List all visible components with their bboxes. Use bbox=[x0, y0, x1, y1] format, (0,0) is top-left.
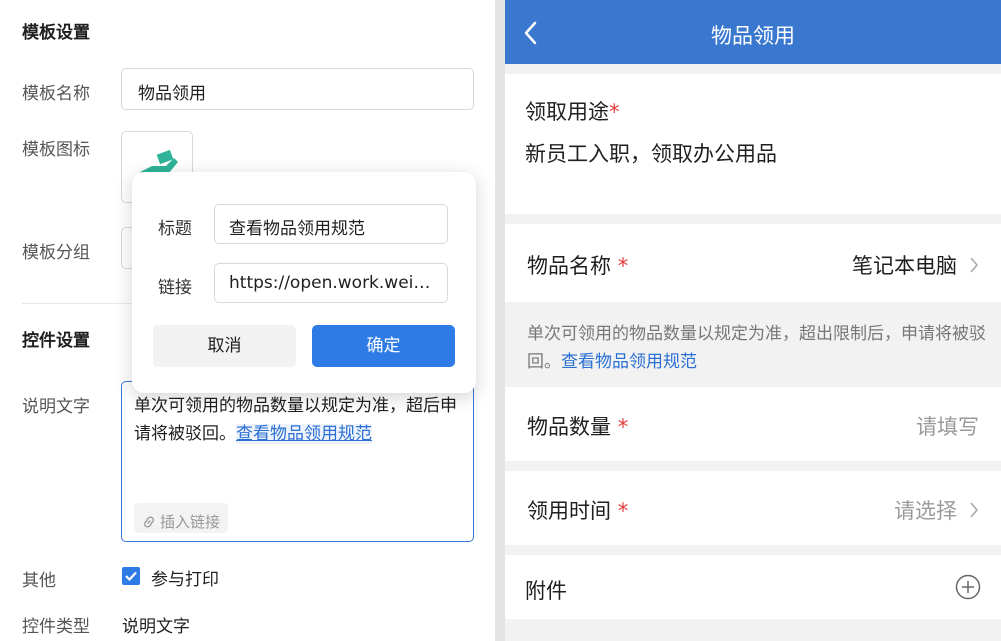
quantity-label: 物品数量 * bbox=[527, 415, 629, 439]
attachment-label: 附件 bbox=[525, 579, 567, 603]
popup-title-input[interactable]: 查看物品领用规范 bbox=[214, 204, 448, 244]
settings-panel: 模板设置 模板名称 物品领用 模板图标 模板分组 控件设置 说明文字 单次可领用… bbox=[0, 0, 495, 641]
time-label: 领用时间 * bbox=[527, 499, 629, 523]
link-icon bbox=[144, 516, 154, 528]
item-name-field[interactable]: 物品名称 * 笔记本电脑 bbox=[505, 224, 1001, 302]
link-edit-popup: 标题 查看物品领用规范 链接 https://open.work.weixi..… bbox=[132, 172, 476, 393]
print-checkbox[interactable] bbox=[122, 567, 140, 585]
required-mark: * bbox=[609, 100, 620, 124]
confirm-button[interactable]: 确定 bbox=[312, 325, 455, 367]
control-settings-title: 控件设置 bbox=[22, 331, 90, 351]
desc-label: 说明文字 bbox=[22, 397, 90, 417]
preview-title: 物品领用 bbox=[711, 24, 795, 48]
quantity-input[interactable]: 请填写 bbox=[916, 411, 979, 441]
panel-separator bbox=[495, 0, 505, 641]
chevron-right-icon bbox=[970, 257, 979, 273]
template-name-input[interactable]: 物品领用 bbox=[121, 68, 474, 110]
insert-link-button[interactable]: 插入链接 bbox=[134, 503, 229, 533]
add-circle-icon[interactable] bbox=[955, 574, 981, 600]
desc-link[interactable]: 查看物品领用规范 bbox=[236, 424, 372, 444]
insert-link-label: 插入链接 bbox=[160, 513, 221, 531]
item-name-label: 物品名称 * bbox=[527, 254, 629, 278]
purpose-label: 领取用途* bbox=[525, 100, 620, 124]
time-select[interactable]: 请选择 bbox=[894, 495, 957, 525]
popup-link-input[interactable]: https://open.work.weixi... bbox=[214, 263, 448, 303]
template-settings-title: 模板设置 bbox=[22, 23, 90, 43]
template-icon-label: 模板图标 bbox=[22, 140, 90, 160]
desc-textarea[interactable]: 单次可领用的物品数量以规定为准，超后申请将被驳回。查看物品领用规范 插入链接 bbox=[121, 381, 474, 542]
popup-link-label: 链接 bbox=[158, 278, 192, 298]
other-label: 其他 bbox=[22, 571, 56, 591]
item-name-value: 笔记本电脑 bbox=[852, 254, 957, 278]
template-group-label: 模板分组 bbox=[22, 243, 90, 263]
time-field[interactable]: 领用时间 * 请选择 bbox=[505, 471, 1001, 545]
purpose-field[interactable]: 领取用途* 新员工入职，领取办公用品 bbox=[505, 74, 1001, 214]
control-type-value: 说明文字 bbox=[122, 617, 190, 637]
cancel-button[interactable]: 取消 bbox=[153, 325, 296, 367]
check-icon bbox=[125, 571, 137, 582]
item-note: 单次可领用的物品数量以规定为准，超出限制后，申请将被驳回。查看物品领用规范 bbox=[527, 324, 986, 372]
quantity-field[interactable]: 物品数量 * 请填写 bbox=[505, 387, 1001, 461]
attachment-field[interactable]: 附件 bbox=[505, 555, 1001, 619]
preview-header: 物品领用 bbox=[505, 0, 1001, 64]
popup-title-label: 标题 bbox=[158, 219, 192, 239]
note-link[interactable]: 查看物品领用规范 bbox=[561, 352, 697, 372]
print-checkbox-label[interactable]: 参与打印 bbox=[151, 565, 219, 590]
template-name-label: 模板名称 bbox=[22, 84, 90, 104]
purpose-value: 新员工入职，领取办公用品 bbox=[525, 142, 777, 166]
mobile-preview: 物品领用 领取用途* 新员工入职，领取办公用品 物品名称 * 笔记本电脑 单次可… bbox=[505, 0, 1001, 641]
control-type-label: 控件类型 bbox=[22, 617, 90, 637]
chevron-right-icon bbox=[970, 502, 979, 518]
